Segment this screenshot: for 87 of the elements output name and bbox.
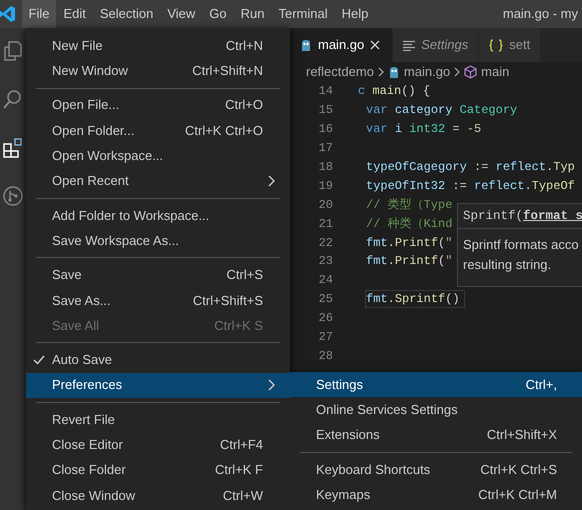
- source-control-icon[interactable]: [1, 184, 25, 208]
- menu-item[interactable]: Settings Ctrl+,: [290, 372, 582, 398]
- code-line: fmt.Printf(": [365, 234, 454, 252]
- shortcut-text: Ctrl+W: [222, 486, 263, 505]
- line-number: 25: [318, 291, 333, 308]
- gopher-icon: [300, 38, 312, 52]
- code-line: fmt.Printf(": [365, 253, 454, 270]
- shortcut-text: Ctrl+Shift+S: [192, 292, 263, 310]
- menu-item[interactable]: Open Recent: [26, 168, 290, 194]
- menu-item[interactable]: New File Ctrl+N: [26, 33, 290, 58]
- menu-item[interactable]: Save Workspace As...: [26, 228, 290, 254]
- doc-text: Sprintf formats acco: [463, 236, 577, 254]
- line-number: 16: [318, 121, 333, 138]
- menu-item[interactable]: Go: [202, 0, 234, 28]
- chevron-right-icon: [378, 67, 384, 77]
- menu-item[interactable]: Auto Save: [26, 347, 290, 373]
- line-number: 27: [318, 329, 333, 346]
- menu-item[interactable]: Edit: [56, 0, 93, 28]
- code-line: typeOfCagegory := reflect.Typ: [365, 159, 576, 176]
- braces-icon: [489, 38, 504, 52]
- menu-item[interactable]: Keymaps Ctrl+K Ctrl+M: [290, 482, 582, 508]
- menu-item[interactable]: Save Ctrl+S: [26, 262, 290, 288]
- line-number: 17: [318, 140, 333, 158]
- menu-item[interactable]: Open Workspace...: [26, 143, 290, 168]
- menu-item[interactable]: Open Folder... Ctrl+K Ctrl+O: [26, 118, 290, 144]
- code-line: // 类型（Type: [365, 196, 454, 214]
- signature-text: Sprintf(format s: [458, 204, 582, 229]
- line-number: 26: [318, 310, 333, 328]
- editor-tab[interactable]: sett: [479, 28, 542, 62]
- shortcut-text: Ctrl+F4: [220, 436, 263, 454]
- shortcut-text: Ctrl+K S: [214, 316, 263, 335]
- code-line: typeOfInt32 := reflect.TypeOf: [365, 178, 576, 195]
- line-number: 24: [318, 272, 333, 290]
- doc-text: resulting string.: [463, 256, 552, 274]
- editor-tab[interactable]: main.go: [290, 28, 394, 62]
- close-icon[interactable]: [370, 40, 380, 50]
- line-number: 28: [318, 348, 333, 365]
- shortcut-text: Ctrl+O: [225, 96, 263, 114]
- line-number: 23: [318, 253, 333, 270]
- shortcut-text: Ctrl+K Ctrl+O: [184, 122, 263, 140]
- menu-item[interactable]: Close Window Ctrl+W: [26, 482, 290, 508]
- menu-item[interactable]: Terminal: [272, 0, 335, 28]
- chevron-right-icon: [454, 67, 460, 77]
- menu-item[interactable]: Online Services Settings: [290, 397, 582, 423]
- menu-item[interactable]: Close Folder Ctrl+K F: [26, 457, 290, 483]
- menu-item[interactable]: Open File... Ctrl+O: [26, 92, 290, 118]
- menu-item[interactable]: New Window Ctrl+Shift+N: [26, 58, 290, 84]
- shortcut-text: Ctrl+K F: [214, 461, 263, 480]
- line-number: 21: [318, 216, 333, 233]
- gopher-icon: [388, 66, 400, 78]
- shortcut-text: Ctrl+K Ctrl+S: [480, 460, 557, 479]
- cube-icon: [464, 65, 478, 79]
- window-title: main.go - my: [502, 5, 579, 24]
- menu-item[interactable]: Extensions Ctrl+Shift+X: [290, 422, 582, 448]
- menu-item[interactable]: File: [22, 0, 56, 28]
- lines-icon: [403, 40, 416, 50]
- menu-item[interactable]: View: [160, 0, 202, 28]
- menu-item[interactable]: Add Folder to Workspace...: [26, 202, 290, 228]
- menu-item[interactable]: Preferences: [26, 372, 290, 398]
- shortcut-text: Ctrl+N: [226, 36, 263, 55]
- line-number: 22: [318, 234, 333, 252]
- shortcut-text: Ctrl+S: [226, 266, 263, 284]
- shortcut-text: Ctrl+K Ctrl+M: [478, 486, 557, 504]
- menu-item[interactable]: Run: [234, 0, 272, 28]
- menu-item[interactable]: Selection: [92, 0, 160, 28]
- menu-item[interactable]: Keyboard Shortcuts Ctrl+K Ctrl+S: [290, 456, 582, 482]
- app-logo-icon: [0, 5, 15, 23]
- breadcrumb-item[interactable]: main.go: [404, 62, 450, 82]
- shortcut-text: Ctrl+Shift+X: [486, 426, 557, 444]
- line-number: 18: [318, 159, 333, 176]
- menu-item[interactable]: Revert File: [26, 406, 290, 432]
- line-number: 15: [318, 102, 333, 120]
- code-line: c main() {: [357, 83, 432, 100]
- line-number: 14: [318, 83, 333, 100]
- line-number: 19: [318, 178, 333, 195]
- breadcrumb-item[interactable]: main: [481, 62, 510, 82]
- code-line: var category Category: [365, 102, 518, 120]
- shortcut-text: Ctrl+Shift+N: [192, 62, 263, 80]
- editor-tab[interactable]: Settings: [393, 28, 480, 62]
- menu-item[interactable]: Save As... Ctrl+Shift+S: [26, 288, 290, 313]
- line-number: 20: [318, 196, 333, 214]
- code-line: // 种类（Kind: [365, 216, 454, 233]
- menu-item[interactable]: Close Editor Ctrl+F4: [26, 432, 290, 458]
- menu-item[interactable]: Help: [334, 0, 376, 28]
- code-line: var i int32 = -5: [365, 121, 482, 138]
- shortcut-text: Ctrl+,: [526, 376, 557, 394]
- breadcrumb-item[interactable]: reflectdemo: [306, 62, 374, 82]
